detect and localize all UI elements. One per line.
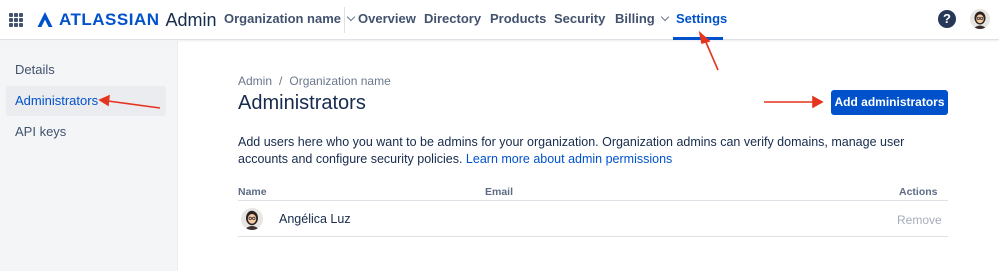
avatar (241, 208, 263, 230)
sidebar-item-administrators[interactable]: Administrators (6, 86, 166, 116)
atlassian-logo-icon (37, 12, 53, 27)
sidebar-item-details[interactable]: Details (6, 55, 166, 85)
product-name: Admin (165, 9, 217, 30)
sidebar-item-api-keys[interactable]: API keys (6, 117, 166, 147)
breadcrumb-organization[interactable]: Organization name (289, 74, 390, 88)
tab-security[interactable]: Security (554, 11, 605, 26)
breadcrumb-separator: / (279, 74, 283, 88)
brand-wordmark: ATLASSIAN (59, 10, 160, 29)
table-header-divider (238, 200, 948, 201)
nav-divider (344, 7, 345, 33)
page-description: Add users here who you want to be admins… (238, 134, 928, 167)
page-title: Administrators (238, 92, 366, 114)
top-navigation: ATLASSIAN Admin Organization name Overvi… (0, 0, 999, 40)
active-tab-indicator (673, 37, 723, 40)
sidebar: Details Administrators API keys (0, 41, 178, 271)
breadcrumb-admin[interactable]: Admin (238, 74, 272, 88)
organization-switcher[interactable]: Organization name (224, 11, 356, 26)
button-arrowhead (812, 95, 824, 109)
app-switcher-icon[interactable] (9, 13, 23, 27)
chevron-down-icon (346, 12, 356, 22)
help-icon[interactable]: ? (938, 10, 956, 28)
admin-name: Angélica Luz (279, 212, 351, 226)
learn-more-link[interactable]: Learn more about admin permissions (466, 152, 672, 166)
organization-switcher-label: Organization name (224, 11, 342, 26)
avatar[interactable] (970, 9, 990, 29)
column-header-actions: Actions (899, 186, 938, 198)
tab-billing-label: Billing (615, 11, 655, 26)
settings-annotation-arrow (704, 39, 719, 71)
column-header-email: Email (485, 186, 514, 198)
user-avatar-icon (241, 208, 263, 230)
tab-overview[interactable]: Overview (358, 11, 416, 26)
tab-settings[interactable]: Settings (676, 11, 727, 26)
add-administrators-button[interactable]: Add administrators (831, 90, 948, 115)
tab-products[interactable]: Products (490, 11, 546, 26)
user-avatar-icon (970, 9, 990, 29)
column-header-name: Name (238, 186, 267, 198)
remove-button[interactable]: Remove (897, 213, 942, 227)
atlassian-admin-logo[interactable]: ATLASSIAN Admin (36, 10, 217, 30)
tab-directory[interactable]: Directory (424, 11, 481, 26)
breadcrumb: Admin / Organization name (238, 74, 391, 88)
chevron-down-icon (660, 12, 669, 22)
table-row-divider (238, 236, 948, 237)
tab-billing[interactable]: Billing (615, 11, 669, 26)
